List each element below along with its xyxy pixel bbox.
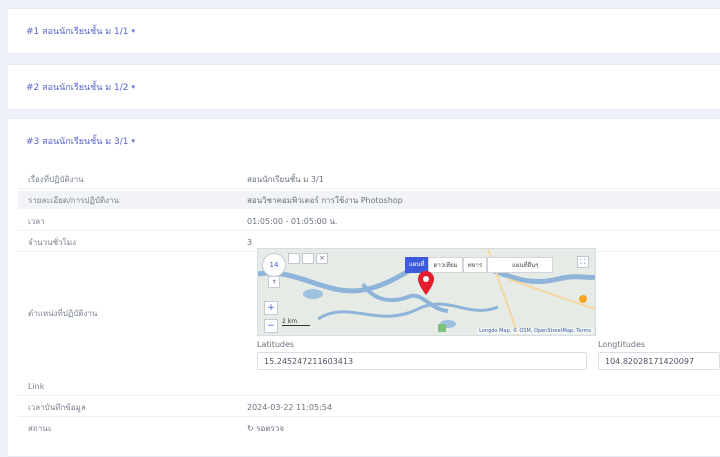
detail-label: Link <box>28 381 45 391</box>
chevron-down-icon[interactable]: ▾ <box>132 27 136 35</box>
location-map[interactable]: 14 ↑ × แผนที่ ดาวเทียม ทหาร แผนที่อื่นๆ … <box>257 248 596 336</box>
detail-row-topic: เรื่องที่ปฏิบัติงาน สอนนักเรียนชั้น ม 3/… <box>18 170 720 189</box>
fullscreen-icon[interactable]: ⛶ <box>577 256 589 268</box>
chevron-down-icon[interactable]: ▾ <box>132 83 136 91</box>
section-header-2[interactable]: #2 สอนนักเรียนชั้น ม 1/2 ▾ <box>8 65 720 109</box>
refresh-icon: ↻ <box>247 423 257 433</box>
section-panel-1: #1 สอนนักเรียนชั้น ม 1/1 ▾ <box>8 8 720 54</box>
detail-label: เวลาบันทึกข้อมูล <box>28 402 86 412</box>
section-header-1[interactable]: #1 สอนนักเรียนชั้น ม 1/1 ▾ <box>8 9 720 53</box>
status-badge: ↻ รอตรวจ <box>247 423 285 433</box>
section-panel-2: #2 สอนนักเรียนชั้น ม 1/2 ▾ <box>8 64 720 110</box>
section-title-3[interactable]: #3 สอนนักเรียนชั้น ม 3/1 <box>26 134 129 148</box>
location-pin-icon[interactable] <box>418 271 434 297</box>
map-type-button[interactable]: ทหาร <box>462 257 488 273</box>
map-rotate-button[interactable]: ↑ <box>268 276 280 288</box>
longitude-field[interactable]: 104.82028171420097 <box>598 352 720 370</box>
clear-icon[interactable]: × <box>316 253 328 264</box>
section-title-1[interactable]: #1 สอนนักเรียนชั้น ม 1/1 <box>26 24 129 38</box>
map-pan-control[interactable]: 14 <box>262 253 286 277</box>
section-title-2[interactable]: #2 สอนนักเรียนชั้น ม 1/2 <box>26 80 129 94</box>
map-attribution: Longdo Map, © OSM, OpenStreetMap, Terms <box>477 328 593 334</box>
detail-label: เรื่องที่ปฏิบัติงาน <box>28 174 84 184</box>
detail-row-link: Link <box>18 377 720 396</box>
map-toolbar: × <box>288 253 328 264</box>
detail-value: 01:05:00 - 01:05:00 น. <box>247 216 338 226</box>
map-scale: 2 km <box>282 318 310 326</box>
map-type-button[interactable]: แผนที่อื่นๆ <box>487 257 554 273</box>
measure-icon[interactable] <box>302 253 314 264</box>
detail-value: 2024-03-22 11:05:54 <box>247 402 332 412</box>
chevron-down-icon[interactable]: ▾ <box>132 137 136 145</box>
detail-row-description: รายละเอียด/การปฏิบัติงาน สอนวิชาคอมพิวเต… <box>18 191 720 209</box>
detail-label: จำนวนชั่วโมง <box>28 237 77 247</box>
detail-label: ตำแหน่งที่ปฏิบัติงาน <box>28 308 98 318</box>
detail-value: สอนนักเรียนชั้น ม 3/1 <box>247 174 324 184</box>
section-header-3[interactable]: #3 สอนนักเรียนชั้น ม 3/1 ▾ <box>8 119 720 163</box>
longitude-label: Longtitudes <box>598 340 646 349</box>
detail-label: เวลา <box>28 216 45 226</box>
zoom-out-button[interactable]: − <box>264 319 278 333</box>
detail-row-recorded: เวลาบันทึกข้อมูล 2024-03-22 11:05:54 <box>18 398 720 417</box>
detail-label: รายละเอียด/การปฏิบัติงาน <box>28 195 120 205</box>
ruler-icon[interactable] <box>288 253 300 264</box>
latitude-label: Latitudes <box>257 340 295 349</box>
zoom-level-label: 14 <box>269 261 279 269</box>
zoom-in-button[interactable]: + <box>264 301 278 315</box>
detail-value: สอนวิชาคอมพิวเตอร์ การใช้งาน Photoshop <box>247 195 403 205</box>
latitude-field[interactable]: 15.245247211603413 <box>257 352 587 370</box>
detail-row-time: เวลา 01:05:00 - 01:05:00 น. <box>18 212 720 231</box>
detail-value: 3 <box>247 237 253 247</box>
detail-label: สถานะ <box>28 423 52 433</box>
detail-row-status: สถานะ ↻ รอตรวจ <box>18 419 720 437</box>
